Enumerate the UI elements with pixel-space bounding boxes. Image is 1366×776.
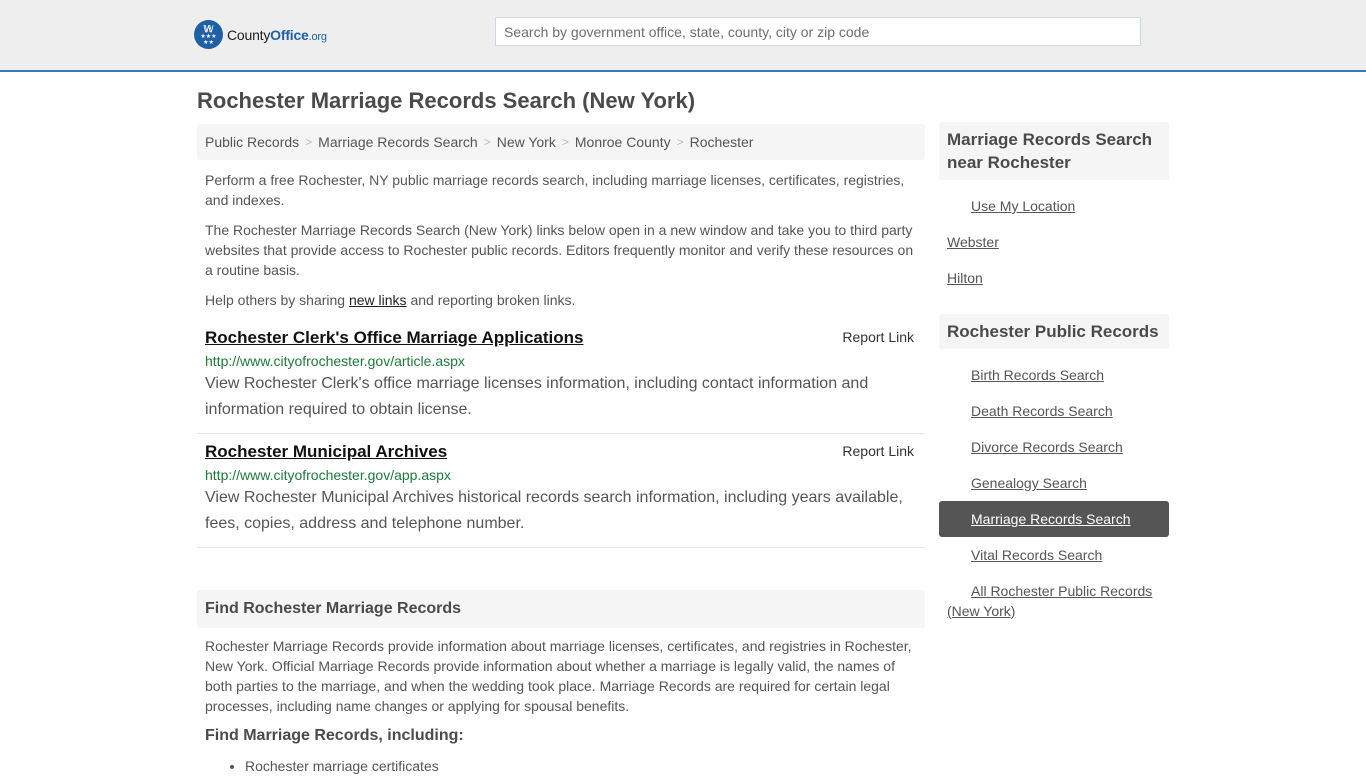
breadcrumb-separator: > xyxy=(561,135,569,149)
search-input[interactable] xyxy=(495,17,1141,46)
logo-office: Office xyxy=(270,26,309,43)
sidebar-item-genealogy[interactable]: Genealogy Search xyxy=(939,465,1169,501)
find-records-subheading: Find Marriage Records, including: xyxy=(205,727,464,744)
logo-tld: .org xyxy=(308,30,327,43)
record-link-title[interactable]: Rochester Clerk's Office Marriage Applic… xyxy=(205,327,583,349)
find-records-paragraph: Rochester Marriage Records provide infor… xyxy=(205,638,912,714)
sidebar-item-birth-records[interactable]: Birth Records Search xyxy=(939,357,1169,393)
intro-paragraph-2: The Rochester Marriage Records Search (N… xyxy=(205,222,914,278)
use-my-location-link[interactable]: Use My Location xyxy=(939,188,1169,224)
find-records-heading: Find Rochester Marriage Records xyxy=(197,590,925,628)
breadcrumb-rochester[interactable]: Rochester xyxy=(690,134,754,150)
sidebar-item-vital-records[interactable]: Vital Records Search xyxy=(939,537,1169,573)
nearby-place-hilton[interactable]: Hilton xyxy=(939,260,1169,296)
sidebar-item-death-records[interactable]: Death Records Search xyxy=(939,393,1169,429)
record-link-description: View Rochester Clerk's office marriage l… xyxy=(205,375,869,418)
nearby-heading: Marriage Records Search near Rochester xyxy=(939,122,1169,180)
breadcrumb: Public Records > Marriage Records Search… xyxy=(197,124,925,160)
find-records-list-item: Rochester marriage certificates xyxy=(245,756,917,776)
public-records-heading: Rochester Public Records xyxy=(939,314,1169,349)
breadcrumb-new-york[interactable]: New York xyxy=(497,134,556,150)
intro-paragraph-1: Perform a free Rochester, NY public marr… xyxy=(205,172,905,208)
breadcrumb-separator: > xyxy=(305,135,313,149)
record-link-url: http://www.cityofrochester.gov/article.a… xyxy=(205,353,465,369)
public-records-group: Rochester Public Records Birth Records S… xyxy=(939,314,1169,629)
breadcrumb-separator: > xyxy=(676,135,684,149)
page-title: Rochester Marriage Records Search (New Y… xyxy=(197,88,696,113)
intro-p3-text-end: and reporting broken links. xyxy=(406,292,576,308)
nearby-place-webster[interactable]: Webster xyxy=(939,224,1169,260)
find-records-body: Rochester Marriage Records provide infor… xyxy=(197,636,925,776)
report-link-button[interactable]: Report Link xyxy=(842,443,914,459)
public-records-list: Birth Records Search Death Records Searc… xyxy=(939,357,1169,629)
site-header: 𝕎 ★★★ ★★ CountyOffice.org xyxy=(0,0,1366,72)
breadcrumb-monroe-county[interactable]: Monroe County xyxy=(575,134,671,150)
sidebar-item-marriage-records[interactable]: Marriage Records Search xyxy=(939,501,1169,537)
record-link-title[interactable]: Rochester Municipal Archives xyxy=(205,441,447,463)
logo-county: County xyxy=(227,26,271,43)
intro-text: Perform a free Rochester, NY public marr… xyxy=(197,170,925,310)
site-logo[interactable]: 𝕎 ★★★ ★★ CountyOffice.org xyxy=(194,20,327,49)
breadcrumb-public-records[interactable]: Public Records xyxy=(205,134,299,150)
logo-wordmark: CountyOffice.org xyxy=(227,27,327,43)
breadcrumb-marriage-records-search[interactable]: Marriage Records Search xyxy=(318,134,478,150)
find-records-list: Rochester marriage certificates xyxy=(205,756,917,776)
sidebar: Marriage Records Search near Rochester U… xyxy=(939,122,1169,629)
eagle-stars-badge-icon: 𝕎 ★★★ ★★ xyxy=(194,20,223,49)
sidebar-item-all-public-records[interactable]: All Rochester Public Records (New York) xyxy=(939,573,1169,629)
intro-paragraph-3: Help others by sharing new links and rep… xyxy=(205,290,917,310)
new-links-link[interactable]: new links xyxy=(349,292,407,308)
intro-p3-text: Help others by sharing xyxy=(205,292,349,308)
main-content: Public Records > Marriage Records Search… xyxy=(197,124,925,776)
sidebar-item-divorce-records[interactable]: Divorce Records Search xyxy=(939,429,1169,465)
breadcrumb-separator: > xyxy=(483,135,491,149)
record-link-url: http://www.cityofrochester.gov/app.aspx xyxy=(205,467,451,483)
record-link-description: View Rochester Municipal Archives histor… xyxy=(205,489,903,532)
record-link-item: Rochester Clerk's Office Marriage Applic… xyxy=(197,320,925,434)
record-link-item: Rochester Municipal Archives Report Link… xyxy=(197,434,925,548)
report-link-button[interactable]: Report Link xyxy=(842,329,914,345)
nearby-list: Use My Location Webster Hilton xyxy=(939,188,1169,296)
